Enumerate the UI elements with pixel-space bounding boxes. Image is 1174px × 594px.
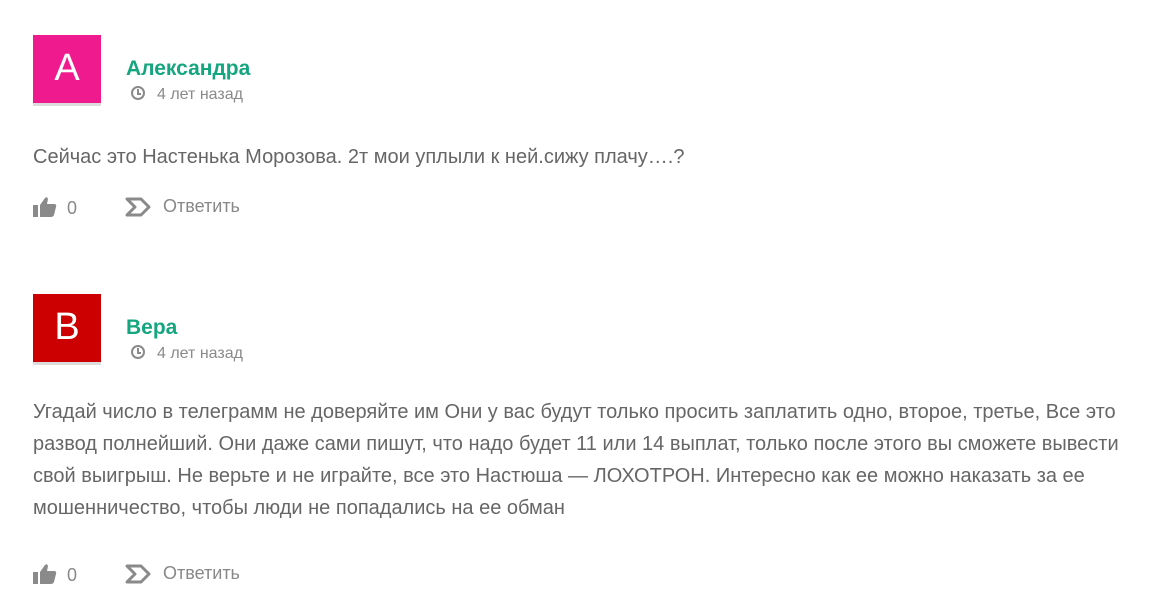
comment-text: Угадай число в телеграмм не доверяйте им… <box>33 401 1119 519</box>
comment-date: 4 лет назад <box>157 345 243 362</box>
comment-actions: 0 Ответить <box>33 196 333 220</box>
comment-text: Сейчас это Настенька Морозова. 2т мои уп… <box>33 146 685 168</box>
clock-icon <box>131 86 145 100</box>
avatar: A <box>33 35 101 103</box>
comment-author: Александра <box>126 57 251 80</box>
thumbs-up-icon[interactable] <box>33 563 57 590</box>
comment-date-row: 4 лет назад <box>131 86 243 104</box>
avatar: B <box>33 294 101 362</box>
clock-icon <box>131 345 145 359</box>
comment-author: Вера <box>126 316 178 339</box>
comment-date: 4 лет назад <box>157 86 243 103</box>
reply-button[interactable]: Ответить <box>163 196 240 217</box>
comment-date-row: 4 лет назад <box>131 345 243 363</box>
reply-icon[interactable] <box>125 196 151 223</box>
like-count: 0 <box>67 565 78 585</box>
reply-button[interactable]: Ответить <box>163 563 240 584</box>
reply-icon[interactable] <box>125 563 151 590</box>
thumbs-up-icon[interactable] <box>33 196 57 223</box>
comment-actions: 0 Ответить <box>33 563 333 587</box>
like-count: 0 <box>67 198 78 218</box>
